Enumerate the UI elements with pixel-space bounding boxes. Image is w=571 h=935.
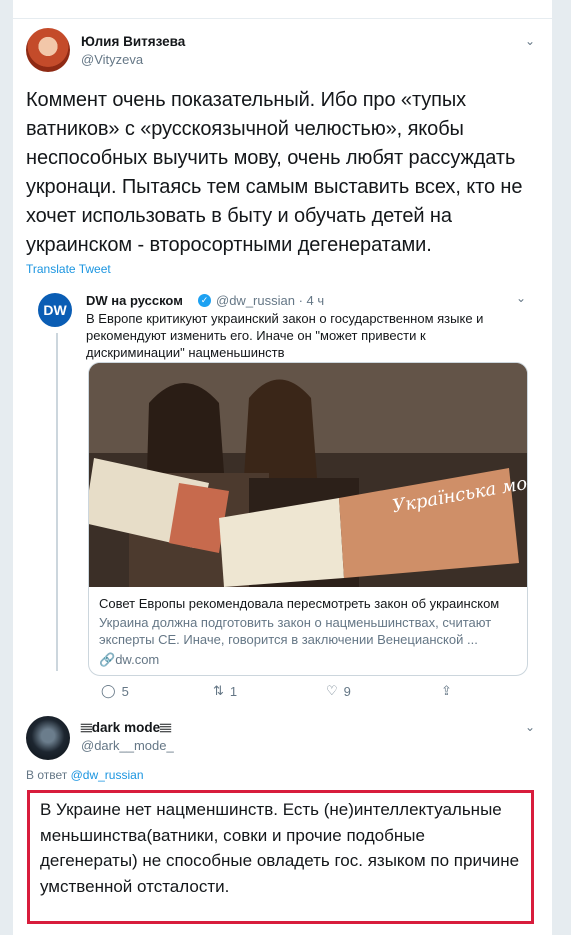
author-name[interactable]: Юлия Витязева bbox=[81, 34, 185, 49]
tweet-text: Коммент очень показательный. Ибо про «ту… bbox=[26, 89, 523, 256]
dw-avatar[interactable]: DW bbox=[38, 293, 72, 327]
avatar[interactable] bbox=[26, 716, 70, 760]
translate-tweet-link[interactable]: Translate Tweet bbox=[26, 262, 111, 276]
retweet-button[interactable]: ⇅ 1 bbox=[213, 683, 237, 699]
quoted-author-handle[interactable]: @dw_russian · 4 ч bbox=[216, 293, 324, 308]
action-bar: ◯ 5 ⇅ 1 ♡ 9 ⇪ bbox=[101, 683, 501, 701]
like-button[interactable]: ♡ 9 bbox=[326, 683, 351, 699]
thread-line bbox=[56, 333, 58, 671]
share-button[interactable]: ⇪ bbox=[441, 683, 452, 699]
in-reply-to-link[interactable]: @dw_russian bbox=[71, 768, 144, 782]
previous-tweet-edge bbox=[13, 0, 552, 19]
link-card[interactable]: Українська мова 9 Совет Европы рекомендо… bbox=[88, 362, 528, 676]
verified-icon: ✓ bbox=[198, 294, 211, 307]
reply-tweet[interactable]: 𝄙dark mode𝄙 @dark__mode_ ⌄ В ответ @dw_r… bbox=[13, 700, 552, 935]
link-description: Украина должна подготовить закон о нацме… bbox=[99, 615, 492, 647]
retweet-icon: ⇅ bbox=[213, 683, 224, 698]
reply-author-handle[interactable]: @dark__mode_ bbox=[81, 738, 174, 753]
reply-text: В Украине нет нацменшинств. Есть (не)инт… bbox=[40, 800, 520, 896]
quoted-author-name[interactable]: DW на русском bbox=[86, 293, 183, 308]
chevron-down-icon[interactable]: ⌄ bbox=[525, 720, 535, 734]
in-reply-to: В ответ @dw_russian bbox=[26, 768, 144, 782]
share-icon: ⇪ bbox=[441, 683, 452, 698]
quoted-tweet[interactable]: DW DW на русском ✓ @dw_russian · 4 ч ⌄ В… bbox=[26, 285, 535, 699]
link-icon: 🔗 bbox=[99, 652, 116, 667]
reply-icon: ◯ bbox=[101, 683, 116, 698]
highlight-box: В Украине нет нацменшинств. Есть (не)инт… bbox=[27, 790, 534, 924]
link-title[interactable]: Совет Европы рекомендовала пересмотреть … bbox=[99, 596, 499, 611]
tweet-card: Юлия Витязева @Vityzeva ⌄ Коммент очень … bbox=[12, 0, 553, 935]
article-photo: Українська мова 9 bbox=[89, 363, 527, 587]
reply-author-name[interactable]: 𝄙dark mode𝄙 bbox=[81, 720, 171, 736]
avatar[interactable] bbox=[26, 28, 70, 72]
reply-button[interactable]: ◯ 5 bbox=[101, 683, 129, 699]
chevron-down-icon[interactable]: ⌄ bbox=[525, 34, 535, 48]
link-url[interactable]: 🔗dw.com bbox=[99, 652, 159, 668]
quoted-text: В Европе критикуют украинский закон о го… bbox=[86, 311, 484, 360]
like-icon: ♡ bbox=[326, 683, 338, 698]
author-handle[interactable]: @Vityzeva bbox=[81, 52, 143, 67]
chevron-down-icon[interactable]: ⌄ bbox=[516, 291, 526, 305]
